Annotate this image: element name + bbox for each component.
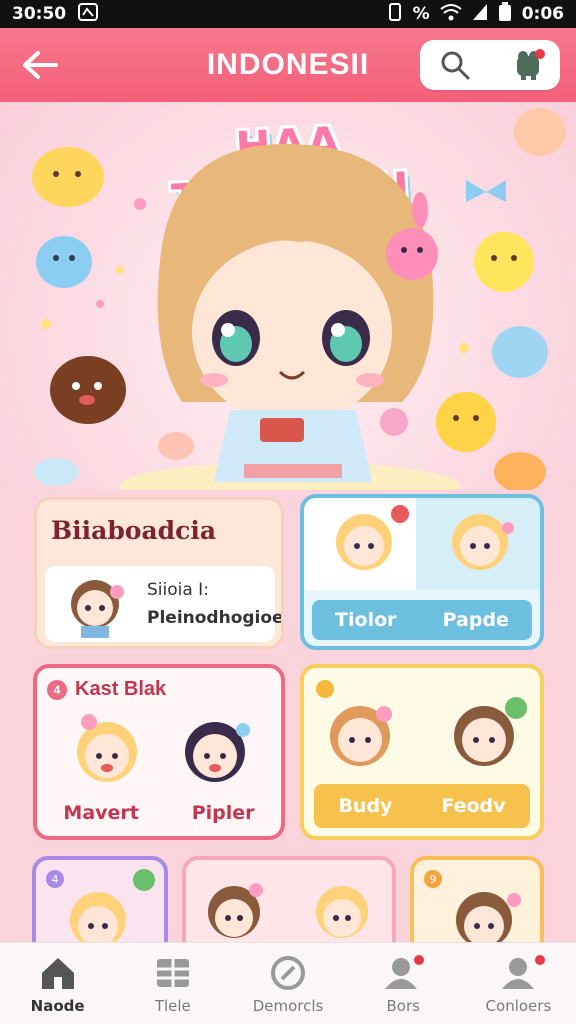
card-action-bar: Budy Feodv	[314, 784, 530, 828]
card-image-area	[304, 498, 540, 590]
card-avatar	[70, 869, 155, 948]
notification-dot	[413, 955, 424, 965]
notification-dot	[534, 955, 545, 965]
card-avatars	[330, 697, 527, 766]
nav-item-bors[interactable]: Bors	[346, 943, 461, 1024]
app-header: INDONESII	[0, 28, 576, 102]
card-kast-blak[interactable]: 4 Kast Blak Mavert Pipler	[33, 664, 285, 840]
nav-label: Bors	[386, 997, 420, 1015]
card-purple[interactable]: 4	[32, 856, 168, 956]
mascot-button[interactable]	[512, 48, 546, 82]
nav-label: Naode	[30, 997, 85, 1015]
orange-egg-icon	[494, 452, 546, 490]
papde-button[interactable]: Papde	[443, 609, 509, 631]
avatar	[454, 697, 527, 766]
search-icon	[441, 51, 470, 80]
status-time: 30:50	[12, 4, 67, 24]
card-line-2: Pleinodhogioe	[147, 608, 284, 628]
card-detail-panel: Siioia I: Pleinodhogioe	[45, 566, 281, 642]
search-button[interactable]	[438, 48, 472, 82]
header-actions	[420, 40, 560, 90]
compass-icon	[271, 956, 305, 990]
signal-icon	[472, 3, 488, 26]
nav-label: Tlele	[154, 997, 191, 1015]
card-title-text: Kast Blak	[75, 678, 167, 700]
bottom-nav: Naode Tlele Demorcls Bors Conloers	[0, 942, 576, 1024]
nav-item-conloers[interactable]: Conloers	[461, 943, 576, 1024]
card-avatars	[336, 505, 514, 570]
avatar	[77, 714, 137, 782]
hero-illustration	[32, 108, 566, 490]
card-line-1: Siioia I:	[147, 580, 209, 600]
status-app-icon	[78, 2, 99, 26]
peach-blob-icon	[514, 108, 566, 156]
status-clock-right: 0:06	[521, 4, 564, 24]
card-avatars	[77, 714, 250, 782]
mavert-label[interactable]: Mavert	[63, 802, 138, 824]
battery-icon	[498, 1, 512, 27]
card-title: Biiaboadcia	[51, 516, 217, 545]
avatar	[71, 580, 124, 638]
grid-icon	[156, 959, 189, 987]
nav-item-demorcls[interactable]: Demorcls	[230, 943, 345, 1024]
back-button[interactable]	[10, 35, 70, 95]
card-avatars	[208, 883, 368, 938]
blue-blob-icon	[36, 236, 92, 288]
card-badge: 4	[47, 679, 67, 700]
user-icon	[502, 958, 535, 989]
avatar	[185, 722, 250, 782]
card-pink[interactable]	[182, 856, 396, 956]
yellow-blob-icon	[32, 147, 104, 207]
pipler-label[interactable]: Pipler	[192, 802, 255, 824]
card-labels: Mavert Pipler	[37, 802, 281, 824]
blue-ghost-icon	[492, 326, 548, 378]
card-title: 4 Kast Blak	[47, 678, 166, 701]
status-bar: 30:50 % 0:06	[0, 0, 576, 28]
card-avatar	[456, 892, 521, 948]
tiolor-button[interactable]: Tiolor	[335, 609, 396, 631]
avatar	[452, 514, 514, 570]
nav-item-tlele[interactable]: Tlele	[115, 943, 230, 1024]
card-biiaboadcia[interactable]: Biiaboadcia Siioia I: Pleinodhogioe	[34, 497, 284, 649]
avatar	[330, 706, 392, 766]
avatar	[336, 505, 409, 570]
budy-button[interactable]: Budy	[338, 795, 392, 817]
nav-label: Conloers	[485, 997, 552, 1015]
card-orange[interactable]: 9	[410, 856, 544, 956]
nav-label: Demorcls	[252, 997, 324, 1015]
feodv-button[interactable]: Feodv	[441, 795, 505, 817]
card-budy-feodv[interactable]: Budy Feodv	[300, 664, 544, 840]
nav-item-home[interactable]: Naode	[0, 943, 115, 1024]
card-tiolor-papde[interactable]: Tiolor Papde	[300, 494, 544, 650]
yellow-sun-buddy-icon	[474, 232, 534, 292]
back-arrow-icon	[23, 51, 58, 79]
chestnut-buddy-icon	[50, 356, 126, 424]
status-battery-text: %	[412, 4, 430, 24]
wifi-icon	[440, 3, 462, 26]
card-action-bar: Tiolor Papde	[312, 600, 532, 640]
orange-sun-buddy-icon	[436, 392, 496, 452]
avatar	[316, 886, 368, 938]
blue-bow-icon	[466, 180, 506, 202]
hero-banner: HAA TUOPEAH	[0, 102, 576, 490]
home-icon	[41, 958, 74, 989]
vibrate-icon	[387, 2, 403, 26]
avatar	[208, 883, 263, 938]
frog-mascot-icon	[517, 49, 545, 80]
